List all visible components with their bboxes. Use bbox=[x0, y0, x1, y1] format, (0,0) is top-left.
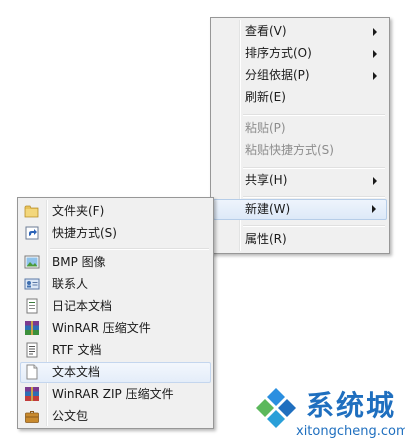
menu-item-label: 文件夹(F) bbox=[52, 204, 105, 218]
menu-item-group-by[interactable]: 分组依据(P) bbox=[213, 65, 387, 86]
submenu-item-rtf-document[interactable]: RTF 文档 bbox=[20, 340, 211, 361]
briefcase-icon bbox=[25, 411, 39, 423]
menu-item-label: WinRAR ZIP 压缩文件 bbox=[52, 387, 174, 401]
watermark-brand: 系统城 bbox=[306, 389, 397, 422]
submenu-item-winrar-zip[interactable]: WinRAR ZIP 压缩文件 bbox=[20, 384, 211, 405]
new-submenu: 文件夹(F) 快捷方式(S) BMP 图像 联系人 日记本文档 WinRAR 压… bbox=[17, 197, 214, 429]
menu-item-paste[interactable]: 粘贴(P) bbox=[213, 118, 387, 139]
desktop-context-menu: 查看(V) 排序方式(O) 分组依据(P) 刷新(E) 粘贴(P) 粘贴快捷方式… bbox=[210, 17, 390, 254]
menu-item-sort-by[interactable]: 排序方式(O) bbox=[213, 43, 387, 64]
menu-item-new[interactable]: 新建(W) bbox=[213, 199, 387, 220]
site-watermark: 系统城 xitongcheng.com bbox=[250, 380, 405, 445]
submenu-item-folder[interactable]: 文件夹(F) bbox=[20, 201, 211, 222]
submenu-item-contact[interactable]: 联系人 bbox=[20, 274, 211, 295]
submenu-arrow-icon bbox=[373, 28, 377, 36]
submenu-item-winrar-archive[interactable]: WinRAR 压缩文件 bbox=[20, 318, 211, 339]
contact-icon bbox=[24, 278, 40, 290]
menu-item-label: 刷新(E) bbox=[245, 90, 286, 104]
menu-item-share[interactable]: 共享(H) bbox=[213, 170, 387, 191]
winrar-zip-icon bbox=[25, 387, 39, 401]
menu-item-view[interactable]: 查看(V) bbox=[213, 21, 387, 42]
menu-item-label: 公文包 bbox=[52, 409, 89, 423]
menu-item-label: WinRAR 压缩文件 bbox=[52, 321, 151, 335]
menu-separator bbox=[243, 196, 385, 198]
menu-item-label: 粘贴(P) bbox=[245, 121, 286, 135]
menu-item-paste-shortcut[interactable]: 粘贴快捷方式(S) bbox=[213, 140, 387, 161]
menu-separator bbox=[243, 114, 385, 116]
submenu-item-journal-document[interactable]: 日记本文档 bbox=[20, 296, 211, 317]
menu-item-properties[interactable]: 属性(R) bbox=[213, 229, 387, 250]
menu-item-label: 快捷方式(S) bbox=[52, 226, 117, 240]
menu-item-refresh[interactable]: 刷新(E) bbox=[213, 87, 387, 108]
menu-item-label: 分组依据(P) bbox=[245, 68, 310, 82]
windows-logo-icon bbox=[256, 386, 296, 428]
submenu-item-bmp-image[interactable]: BMP 图像 bbox=[20, 252, 211, 273]
menu-item-label: RTF 文档 bbox=[52, 343, 102, 357]
winrar-archive-icon bbox=[25, 321, 39, 335]
menu-item-label: 联系人 bbox=[52, 277, 89, 291]
menu-separator bbox=[243, 225, 385, 227]
submenu-arrow-icon bbox=[372, 205, 376, 213]
watermark-url: xitongcheng.com bbox=[296, 424, 405, 439]
menu-item-label: 文本文档 bbox=[52, 365, 101, 379]
submenu-arrow-icon bbox=[373, 177, 377, 185]
submenu-item-briefcase[interactable]: 公文包 bbox=[20, 406, 211, 427]
menu-item-label: 属性(R) bbox=[245, 232, 287, 246]
menu-item-label: 粘贴快捷方式(S) bbox=[245, 143, 334, 157]
menu-item-label: 共享(H) bbox=[245, 173, 288, 187]
journal-document-icon bbox=[26, 298, 38, 314]
menu-item-label: 日记本文档 bbox=[52, 299, 113, 313]
rtf-document-icon bbox=[26, 342, 38, 358]
menu-separator bbox=[243, 167, 385, 169]
text-document-icon bbox=[26, 364, 38, 380]
menu-separator bbox=[50, 248, 209, 250]
submenu-item-text-document[interactable]: 文本文档 bbox=[20, 362, 211, 383]
menu-item-label: 排序方式(O) bbox=[245, 46, 312, 60]
menu-item-label: 新建(W) bbox=[245, 202, 291, 216]
bmp-image-icon bbox=[24, 255, 40, 269]
folder-icon bbox=[24, 205, 39, 218]
shortcut-icon bbox=[25, 226, 39, 240]
submenu-arrow-icon bbox=[373, 72, 377, 80]
submenu-item-shortcut[interactable]: 快捷方式(S) bbox=[20, 223, 211, 244]
menu-item-label: BMP 图像 bbox=[52, 255, 106, 269]
submenu-arrow-icon bbox=[373, 50, 377, 58]
menu-item-label: 查看(V) bbox=[245, 24, 287, 38]
